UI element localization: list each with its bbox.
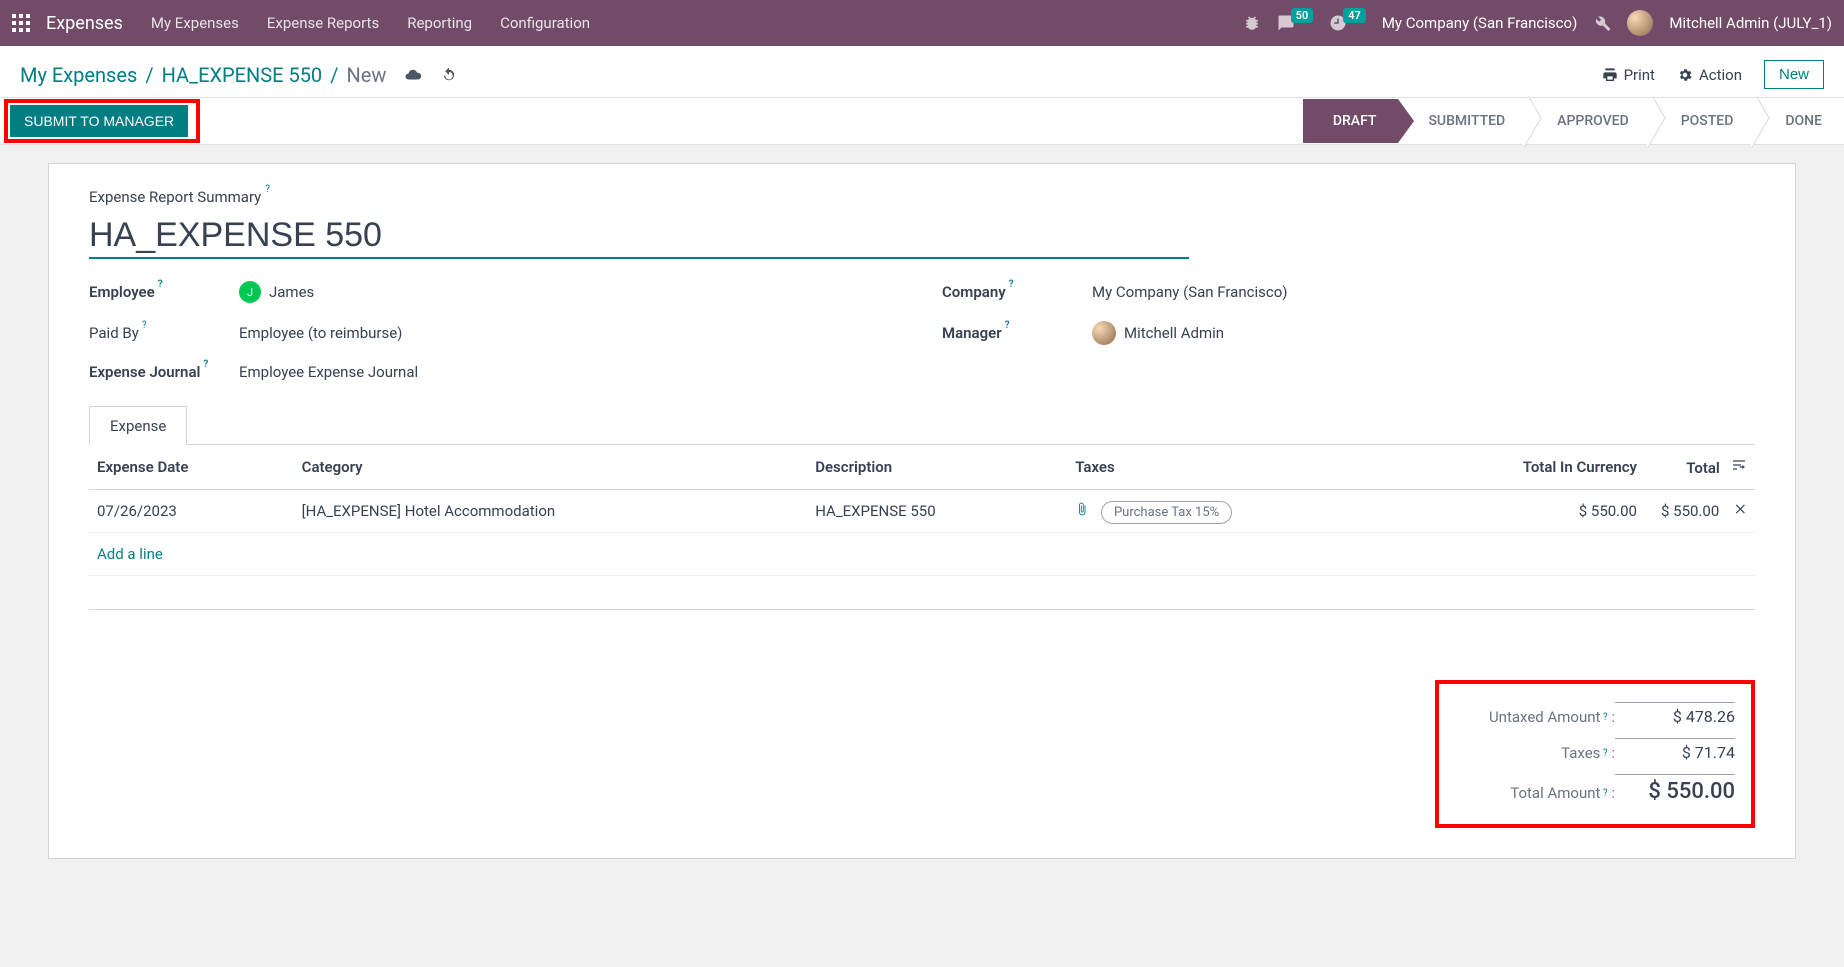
submit-to-manager-button[interactable]: SUBMIT TO MANAGER	[10, 105, 188, 137]
help-icon[interactable]: ?	[203, 359, 208, 377]
tax-pill[interactable]: Purchase Tax 15%	[1101, 501, 1232, 524]
cell-total: $ 550.00	[1661, 502, 1719, 520]
taxes-amount: $ 71.74	[1615, 738, 1735, 762]
report-title-input[interactable]	[89, 212, 1189, 259]
status-bar: SUBMIT TO MANAGER DRAFT SUBMITTED APPROV…	[0, 97, 1844, 145]
help-icon[interactable]: ?	[1600, 748, 1607, 759]
submit-highlight: SUBMIT TO MANAGER	[4, 99, 200, 143]
form-sheet: Expense Report Summary? Employee? J Jame…	[48, 163, 1796, 859]
breadcrumb-root[interactable]: My Expenses	[20, 63, 137, 87]
table-row[interactable]: 07/26/2023 [HA_EXPENSE] Hotel Accommodat…	[89, 490, 1755, 533]
help-icon[interactable]: ?	[1600, 712, 1607, 723]
col-total-currency[interactable]: Total In Currency	[1397, 445, 1645, 490]
employee-avatar: J	[239, 281, 261, 303]
manager-avatar	[1092, 321, 1116, 345]
journal-field[interactable]: Employee Expense Journal	[239, 363, 418, 381]
stage-posted[interactable]: POSTED	[1651, 99, 1756, 143]
company-field[interactable]: My Company (San Francisco)	[1092, 283, 1287, 301]
control-bar: My Expenses / HA_EXPENSE 550 / New Print…	[0, 46, 1844, 97]
print-icon	[1602, 67, 1618, 83]
breadcrumb-mid[interactable]: HA_EXPENSE 550	[162, 63, 323, 87]
expense-lines-table: Expense Date Category Description Taxes …	[89, 445, 1755, 610]
stage-approved[interactable]: APPROVED	[1527, 99, 1651, 143]
columns-config-icon[interactable]	[1731, 457, 1747, 473]
help-icon[interactable]: ?	[1009, 279, 1014, 297]
user-avatar[interactable]	[1627, 10, 1653, 36]
cell-description: HA_EXPENSE 550	[807, 490, 1067, 533]
tab-expense[interactable]: Expense	[89, 406, 187, 445]
apps-icon[interactable]	[12, 14, 30, 32]
add-line-link[interactable]: Add a line	[97, 545, 163, 563]
help-icon[interactable]: ?	[265, 184, 270, 195]
help-icon[interactable]: ?	[1600, 788, 1607, 799]
total-amount: $ 550.00	[1615, 774, 1735, 804]
cloud-save-icon[interactable]	[404, 66, 422, 84]
help-icon[interactable]: ?	[158, 279, 163, 297]
cell-category: [HA_EXPENSE] Hotel Accommodation	[294, 490, 808, 533]
col-date[interactable]: Expense Date	[89, 445, 294, 490]
col-taxes[interactable]: Taxes	[1067, 445, 1397, 490]
col-total[interactable]: Total	[1686, 459, 1720, 477]
bug-icon[interactable]	[1243, 14, 1261, 32]
untaxed-amount: $ 478.26	[1615, 702, 1735, 726]
gear-icon	[1677, 67, 1693, 83]
delete-row-icon[interactable]	[1733, 502, 1747, 516]
col-category[interactable]: Category	[294, 445, 808, 490]
nav-brand[interactable]: Expenses	[46, 13, 123, 34]
nav-expense-reports[interactable]: Expense Reports	[267, 14, 379, 32]
stage-done[interactable]: DONE	[1755, 99, 1844, 143]
employee-field[interactable]: J James	[239, 281, 314, 303]
nav-my-expenses[interactable]: My Expenses	[151, 14, 239, 32]
discard-icon[interactable]	[440, 66, 458, 84]
new-button[interactable]: New	[1764, 60, 1824, 89]
messages-badge: 50	[1291, 8, 1314, 23]
totals-highlight: Untaxed Amount ? : $ 478.26 Taxes ? : $ …	[1435, 680, 1755, 828]
stage-submitted[interactable]: SUBMITTED	[1398, 99, 1527, 143]
top-nav: Expenses My Expenses Expense Reports Rep…	[0, 0, 1844, 46]
manager-field[interactable]: Mitchell Admin	[1092, 321, 1224, 345]
print-button[interactable]: Print	[1602, 66, 1655, 84]
breadcrumb-leaf: New	[346, 63, 386, 87]
wrench-icon[interactable]	[1593, 14, 1611, 32]
cell-date: 07/26/2023	[89, 490, 294, 533]
breadcrumb: My Expenses / HA_EXPENSE 550 / New	[20, 63, 458, 87]
nav-company[interactable]: My Company (San Francisco)	[1382, 14, 1577, 32]
summary-label: Expense Report Summary?	[89, 188, 1755, 206]
action-button[interactable]: Action	[1677, 66, 1742, 84]
help-icon[interactable]: ?	[1005, 320, 1010, 338]
cell-total-currency: $ 550.00	[1397, 490, 1645, 533]
attachment-icon[interactable]	[1075, 502, 1089, 516]
nav-reporting[interactable]: Reporting	[407, 14, 472, 32]
clock-badge: 47	[1343, 8, 1366, 23]
cell-taxes: Purchase Tax 15%	[1067, 490, 1397, 533]
nav-user[interactable]: Mitchell Admin (JULY_1)	[1669, 14, 1832, 32]
col-description[interactable]: Description	[807, 445, 1067, 490]
stage-draft[interactable]: DRAFT	[1303, 99, 1399, 143]
nav-configuration[interactable]: Configuration	[500, 14, 590, 32]
paidby-field[interactable]: Employee (to reimburse)	[239, 324, 402, 342]
help-icon[interactable]: ?	[142, 320, 147, 338]
